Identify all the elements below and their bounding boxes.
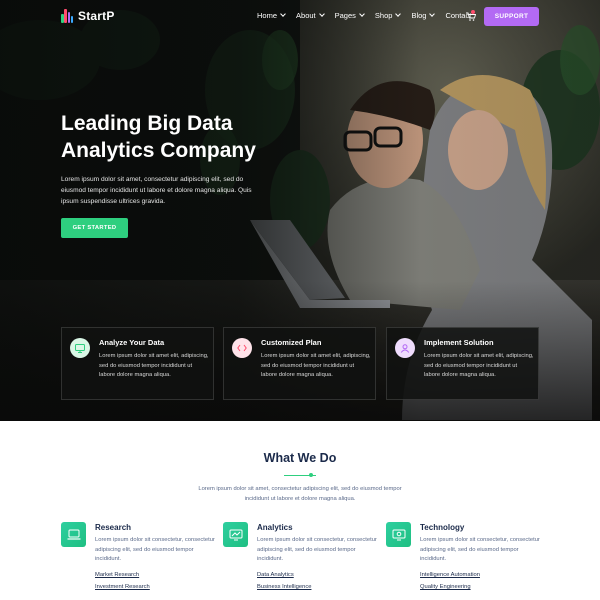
logo[interactable]: StartP xyxy=(61,9,115,23)
section-divider xyxy=(284,473,316,477)
service-text: Lorem ipsum dolor sit consectetur, conse… xyxy=(257,537,377,563)
users-icon xyxy=(395,338,415,358)
gear-monitor-icon xyxy=(386,522,411,547)
laptop-icon xyxy=(61,522,86,547)
nav-item-blog[interactable]: Blog xyxy=(411,11,436,20)
nav-item-label: Shop xyxy=(374,11,393,20)
link-intelligence-automation[interactable]: Intelligence Automation xyxy=(420,572,480,578)
support-button[interactable]: SUPPORT xyxy=(484,7,539,26)
feature-text: Lorem ipsum dolor sit amet elit, adipisc… xyxy=(99,353,209,379)
hero-description: Lorem ipsum dolor sit amet, consectetur … xyxy=(61,176,252,205)
section-title: What We Do xyxy=(263,451,337,465)
chevron-down-icon xyxy=(280,11,286,17)
feature-title: Customized Plan xyxy=(261,338,322,347)
service-technology: Technology Lorem ipsum dolor sit consect… xyxy=(386,522,546,600)
service-analytics: Analytics Lorem ipsum dolor sit consecte… xyxy=(223,522,383,600)
nav-item-label: Home xyxy=(257,11,278,20)
nav-item-label: Pages xyxy=(334,11,356,20)
get-started-button[interactable]: GET STARTED xyxy=(61,218,128,238)
cart-badge xyxy=(471,10,475,14)
service-title: Technology xyxy=(420,523,465,532)
feature-card-implement: Implement Solution Lorem ipsum dolor sit… xyxy=(386,327,539,400)
feature-title: Analyze Your Data xyxy=(99,338,165,347)
feature-title: Implement Solution xyxy=(424,338,494,347)
nav-item-shop[interactable]: Shop xyxy=(374,11,402,20)
nav-item-label: About xyxy=(296,11,316,20)
chevron-down-icon xyxy=(395,11,402,17)
monitor-icon xyxy=(70,338,90,358)
service-research: Research Lorem ipsum dolor sit consectet… xyxy=(61,522,221,600)
feature-text: Lorem ipsum dolor sit amet elit, adipisc… xyxy=(261,353,371,379)
service-text: Lorem ipsum dolor sit consectetur, conse… xyxy=(420,537,540,563)
link-data-analytics[interactable]: Data Analytics xyxy=(257,572,294,578)
top-navbar: StartP Home About Pages Shop Blog Contac… xyxy=(0,0,600,34)
chart-screen-icon xyxy=(223,522,248,547)
nav-item-about[interactable]: About xyxy=(296,11,325,20)
hero-section: StartP Home About Pages Shop Blog Contac… xyxy=(0,0,600,421)
feature-text: Lorem ipsum dolor sit amet elit, adipisc… xyxy=(424,353,534,379)
section-description: Lorem ipsum dolor sit amet, consectetur … xyxy=(198,486,402,502)
chevron-down-icon xyxy=(359,11,365,17)
chevron-down-icon xyxy=(429,11,436,17)
feature-card-plan: Customized Plan Lorem ipsum dolor sit am… xyxy=(223,327,376,400)
link-business-intelligence[interactable]: Business Intelligence xyxy=(257,584,311,590)
service-text: Lorem ipsum dolor sit consectetur, conse… xyxy=(95,537,215,563)
hero-title: Leading Big Data Analytics Company xyxy=(61,112,256,162)
link-quality-engineering[interactable]: Quality Engineering xyxy=(420,584,471,590)
logo-bars-icon xyxy=(61,9,74,23)
feature-card-analyze: Analyze Your Data Lorem ipsum dolor sit … xyxy=(61,327,214,400)
code-icon xyxy=(232,338,252,358)
service-title: Analytics xyxy=(257,523,293,532)
nav-item-home[interactable]: Home xyxy=(257,11,286,20)
link-investment-research[interactable]: Investment Research xyxy=(95,584,150,590)
link-market-research[interactable]: Market Research xyxy=(95,572,139,578)
nav-item-label: Blog xyxy=(411,11,427,20)
main-menu: Home About Pages Shop Blog Contact xyxy=(257,11,471,20)
logo-text: StartP xyxy=(78,9,115,23)
nav-item-pages[interactable]: Pages xyxy=(334,11,365,20)
chevron-down-icon xyxy=(318,11,325,17)
service-title: Research xyxy=(95,523,132,532)
